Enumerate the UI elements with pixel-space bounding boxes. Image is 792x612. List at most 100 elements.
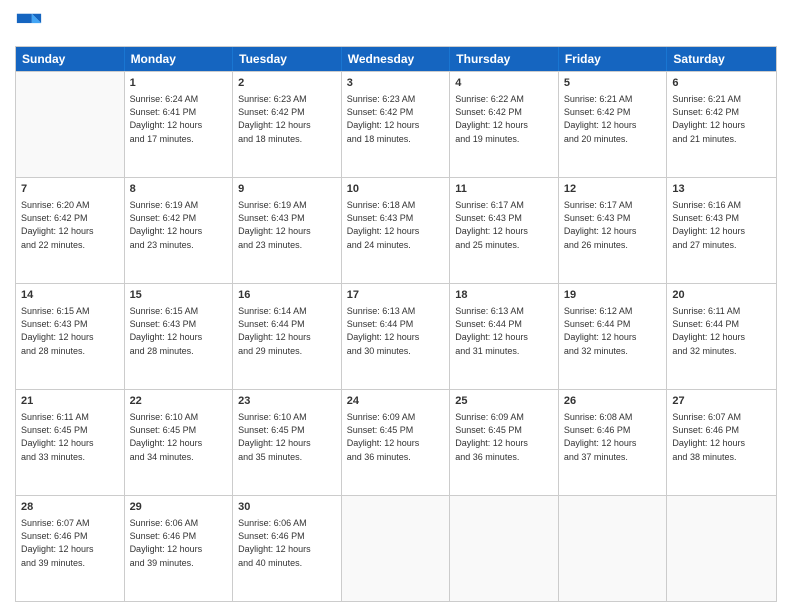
- day-cell: 18Sunrise: 6:13 AM Sunset: 6:44 PM Dayli…: [450, 284, 559, 389]
- day-info: Sunrise: 6:11 AM Sunset: 6:44 PM Dayligh…: [672, 305, 771, 357]
- day-number: 20: [672, 288, 771, 303]
- day-number: 5: [564, 76, 662, 91]
- day-number: 27: [672, 394, 771, 409]
- day-info: Sunrise: 6:17 AM Sunset: 6:43 PM Dayligh…: [564, 199, 662, 251]
- day-info: Sunrise: 6:07 AM Sunset: 6:46 PM Dayligh…: [672, 411, 771, 463]
- day-info: Sunrise: 6:06 AM Sunset: 6:46 PM Dayligh…: [238, 517, 336, 569]
- header-cell-saturday: Saturday: [667, 47, 776, 71]
- day-info: Sunrise: 6:14 AM Sunset: 6:44 PM Dayligh…: [238, 305, 336, 357]
- day-cell: 4 Sunrise: 6:22 AM Sunset: 6:42 PM Daylig…: [450, 72, 559, 177]
- day-info: Sunrise: 6:21 AM Sunset: 6:42 PM Dayligh…: [564, 93, 662, 145]
- calendar-header-row: SundayMondayTuesdayWednesdayThursdayFrid…: [16, 47, 776, 71]
- day-info: Sunrise: 6:08 AM Sunset: 6:46 PM Dayligh…: [564, 411, 662, 463]
- day-cell: 2 Sunrise: 6:23 AM Sunset: 6:42 PM Daylig…: [233, 72, 342, 177]
- day-info: Sunrise: 6:15 AM Sunset: 6:43 PM Dayligh…: [21, 305, 119, 357]
- day-info: Sunrise: 6:23 AM Sunset: 6:42 PM Dayligh…: [238, 93, 336, 145]
- day-info: Sunrise: 6:11 AM Sunset: 6:45 PM Dayligh…: [21, 411, 119, 463]
- header-cell-monday: Monday: [125, 47, 234, 71]
- day-info: Sunrise: 6:19 AM Sunset: 6:42 PM Dayligh…: [130, 199, 228, 251]
- day-cell: 5 Sunrise: 6:21 AM Sunset: 6:42 PM Daylig…: [559, 72, 668, 177]
- day-number: 17: [347, 288, 445, 303]
- header-cell-tuesday: Tuesday: [233, 47, 342, 71]
- day-number: 18: [455, 288, 553, 303]
- day-cell: 3Sunrise: 6:23 AM Sunset: 6:42 PM Daylig…: [342, 72, 451, 177]
- day-cell: 24 Sunrise: 6:09 AM Sunset: 6:45 PM Dayli…: [342, 390, 451, 495]
- day-cell: 11 Sunrise: 6:17 AM Sunset: 6:43 PM Dayli…: [450, 178, 559, 283]
- day-info: Sunrise: 6:19 AM Sunset: 6:43 PM Dayligh…: [238, 199, 336, 251]
- day-info: Sunrise: 6:06 AM Sunset: 6:46 PM Dayligh…: [130, 517, 228, 569]
- day-cell: [559, 496, 668, 601]
- day-number: 23: [238, 394, 336, 409]
- day-info: Sunrise: 6:20 AM Sunset: 6:42 PM Dayligh…: [21, 199, 119, 251]
- day-info: Sunrise: 6:18 AM Sunset: 6:43 PM Dayligh…: [347, 199, 445, 251]
- day-cell: 26 Sunrise: 6:08 AM Sunset: 6:46 PM Dayli…: [559, 390, 668, 495]
- day-number: 13: [672, 182, 771, 197]
- day-number: 9: [238, 182, 336, 197]
- header-cell-sunday: Sunday: [16, 47, 125, 71]
- calendar: SundayMondayTuesdayWednesdayThursdayFrid…: [15, 46, 777, 602]
- day-number: 19: [564, 288, 662, 303]
- day-number: 7: [21, 182, 119, 197]
- day-number: 30: [238, 500, 336, 515]
- week-row-1: 1 Sunrise: 6:24 AM Sunset: 6:41 PM Daylig…: [16, 71, 776, 177]
- day-cell: 1 Sunrise: 6:24 AM Sunset: 6:41 PM Daylig…: [125, 72, 234, 177]
- header-cell-friday: Friday: [559, 47, 668, 71]
- day-number: 28: [21, 500, 119, 515]
- day-cell: [450, 496, 559, 601]
- header-cell-thursday: Thursday: [450, 47, 559, 71]
- week-row-5: 28Sunrise: 6:07 AM Sunset: 6:46 PM Dayli…: [16, 495, 776, 601]
- day-cell: 27 Sunrise: 6:07 AM Sunset: 6:46 PM Dayli…: [667, 390, 776, 495]
- day-info: Sunrise: 6:10 AM Sunset: 6:45 PM Dayligh…: [238, 411, 336, 463]
- day-cell: 21 Sunrise: 6:11 AM Sunset: 6:45 PM Dayli…: [16, 390, 125, 495]
- day-cell: 16 Sunrise: 6:14 AM Sunset: 6:44 PM Dayli…: [233, 284, 342, 389]
- day-info: Sunrise: 6:21 AM Sunset: 6:42 PM Dayligh…: [672, 93, 771, 145]
- day-cell: 7 Sunrise: 6:20 AM Sunset: 6:42 PM Daylig…: [16, 178, 125, 283]
- header: [15, 10, 777, 38]
- day-number: 3: [347, 76, 445, 91]
- day-info: Sunrise: 6:17 AM Sunset: 6:43 PM Dayligh…: [455, 199, 553, 251]
- day-cell: 14Sunrise: 6:15 AM Sunset: 6:43 PM Dayli…: [16, 284, 125, 389]
- day-info: Sunrise: 6:12 AM Sunset: 6:44 PM Dayligh…: [564, 305, 662, 357]
- day-info: Sunrise: 6:24 AM Sunset: 6:41 PM Dayligh…: [130, 93, 228, 145]
- day-cell: 6Sunrise: 6:21 AM Sunset: 6:42 PM Daylig…: [667, 72, 776, 177]
- page: SundayMondayTuesdayWednesdayThursdayFrid…: [0, 0, 792, 612]
- day-cell: 25Sunrise: 6:09 AM Sunset: 6:45 PM Dayli…: [450, 390, 559, 495]
- day-number: 8: [130, 182, 228, 197]
- day-number: 4: [455, 76, 553, 91]
- day-number: 10: [347, 182, 445, 197]
- day-number: 2: [238, 76, 336, 91]
- day-number: 29: [130, 500, 228, 515]
- day-info: Sunrise: 6:09 AM Sunset: 6:45 PM Dayligh…: [347, 411, 445, 463]
- day-number: 26: [564, 394, 662, 409]
- day-cell: 10 Sunrise: 6:18 AM Sunset: 6:43 PM Dayli…: [342, 178, 451, 283]
- day-cell: [667, 496, 776, 601]
- day-number: 16: [238, 288, 336, 303]
- day-number: 11: [455, 182, 553, 197]
- day-number: 15: [130, 288, 228, 303]
- day-cell: 20 Sunrise: 6:11 AM Sunset: 6:44 PM Dayli…: [667, 284, 776, 389]
- logo-icon: [15, 10, 43, 38]
- day-info: Sunrise: 6:13 AM Sunset: 6:44 PM Dayligh…: [347, 305, 445, 357]
- day-cell: [16, 72, 125, 177]
- header-cell-wednesday: Wednesday: [342, 47, 451, 71]
- week-row-3: 14Sunrise: 6:15 AM Sunset: 6:43 PM Dayli…: [16, 283, 776, 389]
- day-cell: 29 Sunrise: 6:06 AM Sunset: 6:46 PM Dayli…: [125, 496, 234, 601]
- day-cell: 8 Sunrise: 6:19 AM Sunset: 6:42 PM Daylig…: [125, 178, 234, 283]
- day-number: 22: [130, 394, 228, 409]
- week-row-2: 7 Sunrise: 6:20 AM Sunset: 6:42 PM Daylig…: [16, 177, 776, 283]
- day-number: 12: [564, 182, 662, 197]
- day-cell: [342, 496, 451, 601]
- day-cell: 19 Sunrise: 6:12 AM Sunset: 6:44 PM Dayli…: [559, 284, 668, 389]
- day-cell: 28Sunrise: 6:07 AM Sunset: 6:46 PM Dayli…: [16, 496, 125, 601]
- day-info: Sunrise: 6:22 AM Sunset: 6:42 PM Dayligh…: [455, 93, 553, 145]
- day-number: 21: [21, 394, 119, 409]
- day-number: 25: [455, 394, 553, 409]
- day-cell: 13 Sunrise: 6:16 AM Sunset: 6:43 PM Dayli…: [667, 178, 776, 283]
- week-row-4: 21 Sunrise: 6:11 AM Sunset: 6:45 PM Dayli…: [16, 389, 776, 495]
- day-cell: 15Sunrise: 6:15 AM Sunset: 6:43 PM Dayli…: [125, 284, 234, 389]
- day-number: 1: [130, 76, 228, 91]
- day-info: Sunrise: 6:16 AM Sunset: 6:43 PM Dayligh…: [672, 199, 771, 251]
- day-cell: 22Sunrise: 6:10 AM Sunset: 6:45 PM Dayli…: [125, 390, 234, 495]
- day-number: 24: [347, 394, 445, 409]
- day-cell: 30 Sunrise: 6:06 AM Sunset: 6:46 PM Dayli…: [233, 496, 342, 601]
